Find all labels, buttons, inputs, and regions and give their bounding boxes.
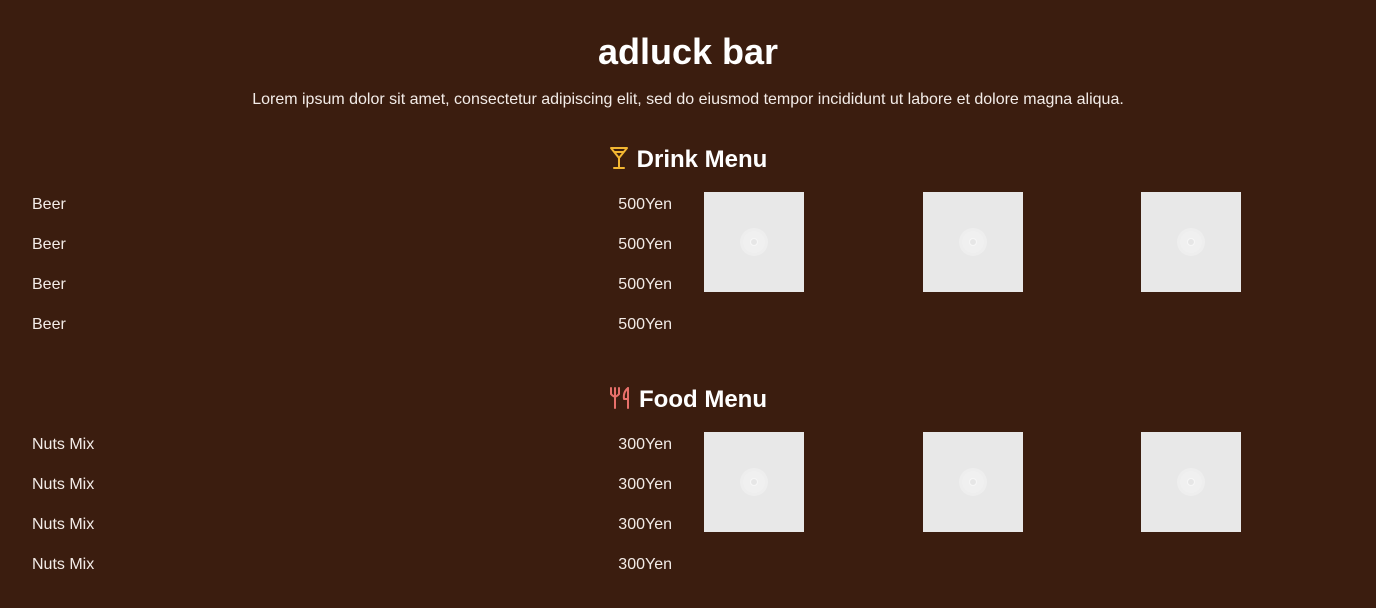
page: adluck bar Lorem ipsum dolor sit amet, c…	[0, 0, 1376, 608]
fork-knife-icon	[609, 386, 631, 418]
item-price: 300Yen	[618, 476, 672, 493]
item-price: 300Yen	[618, 436, 672, 453]
list-item: Beer 500Yen	[32, 273, 672, 313]
list-item: Nuts Mix 300Yen	[32, 553, 672, 593]
drink-menu-title: Drink Menu	[636, 146, 768, 173]
list-item: Beer 500Yen	[32, 313, 672, 353]
item-name: Beer	[32, 196, 66, 213]
item-name: Beer	[32, 276, 66, 293]
list-item: Nuts Mix 300Yen	[32, 473, 672, 513]
drink-image	[923, 192, 1023, 292]
item-price: 300Yen	[618, 516, 672, 533]
item-name: Beer	[32, 236, 66, 253]
item-name: Nuts Mix	[32, 436, 95, 453]
site-title: adluck bar	[597, 31, 779, 72]
drink-menu-list: Beer 500Yen Beer 500Yen Beer 500Yen Beer…	[32, 193, 672, 353]
site-description: Lorem ipsum dolor sit amet, consectetur …	[252, 91, 1124, 108]
item-name: Beer	[32, 316, 66, 333]
image-placeholder-icon	[743, 471, 765, 493]
drink-menu-heading: Drink Menu	[0, 145, 1376, 178]
food-menu-list: Nuts Mix 300Yen Nuts Mix 300Yen Nuts Mix…	[32, 433, 672, 593]
item-price: 500Yen	[618, 196, 672, 213]
item-price: 300Yen	[618, 556, 672, 573]
drink-image	[704, 192, 804, 292]
item-name: Nuts Mix	[32, 516, 95, 533]
image-placeholder-icon	[1180, 471, 1202, 493]
list-item: Beer 500Yen	[32, 233, 672, 273]
food-image	[704, 432, 804, 532]
image-placeholder-icon	[962, 471, 984, 493]
list-item: Nuts Mix 300Yen	[32, 513, 672, 553]
item-price: 500Yen	[618, 236, 672, 253]
list-item: Beer 500Yen	[32, 193, 672, 233]
item-name: Nuts Mix	[32, 556, 95, 573]
image-placeholder-icon	[962, 231, 984, 253]
list-item: Nuts Mix 300Yen	[32, 433, 672, 473]
image-placeholder-icon	[1180, 231, 1202, 253]
cocktail-glass-icon	[609, 146, 629, 178]
food-image	[923, 432, 1023, 532]
food-image	[1141, 432, 1241, 532]
image-placeholder-icon	[743, 231, 765, 253]
item-name: Nuts Mix	[32, 476, 95, 493]
item-price: 500Yen	[618, 276, 672, 293]
food-menu-heading: Food Menu	[0, 385, 1376, 418]
food-menu-title: Food Menu	[639, 386, 767, 413]
item-price: 500Yen	[618, 316, 672, 333]
drink-image	[1141, 192, 1241, 292]
